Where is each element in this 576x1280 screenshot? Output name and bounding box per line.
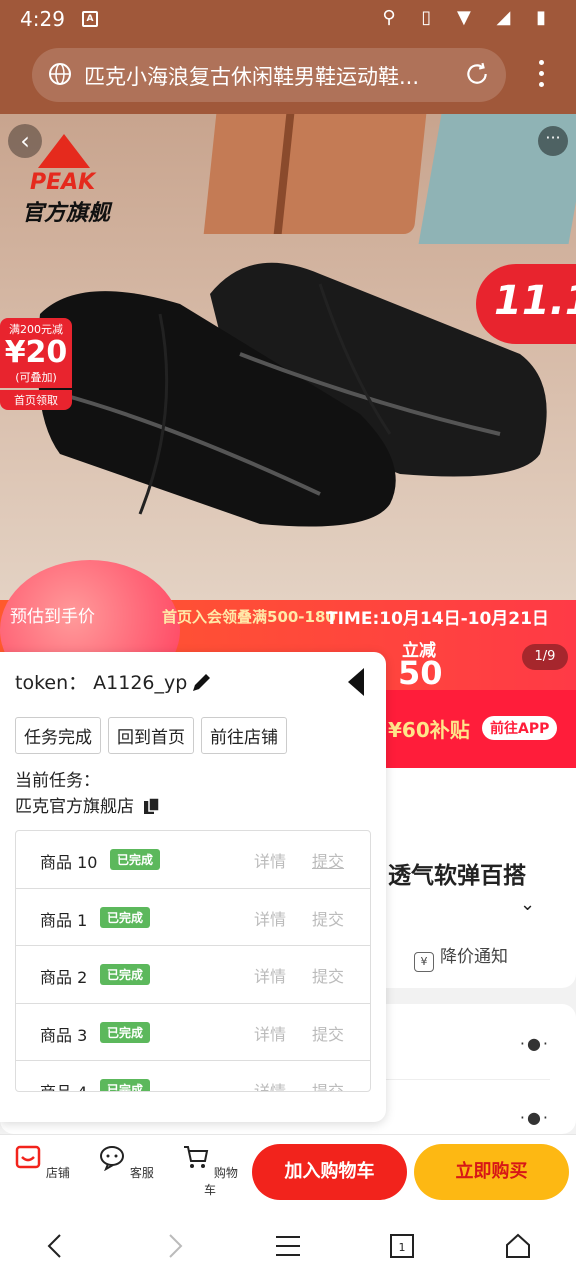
subsidy-banner[interactable]: ¥60补贴 前往APP — [370, 690, 576, 768]
submit-link[interactable]: 提交 — [312, 848, 344, 872]
back-home-button[interactable]: 回到首页 — [108, 717, 194, 754]
cart-icon — [184, 1146, 209, 1168]
submit-link[interactable]: 提交 — [312, 1021, 344, 1045]
tabs-icon[interactable]: 1 — [388, 1232, 416, 1260]
shoes-image — [37, 262, 547, 527]
edit-icon[interactable] — [190, 670, 214, 694]
price-notify-button[interactable]: ¥ 降价通知 — [414, 942, 508, 972]
chat-icon — [100, 1146, 125, 1172]
token-value: A1126_yp — [93, 672, 188, 694]
list-item: 商品 2 已完成 详情 提交 — [16, 946, 370, 1004]
detail-link[interactable]: 详情 — [254, 848, 286, 872]
service-button[interactable]: 客服 — [96, 1143, 156, 1181]
add-to-cart-button[interactable]: 加入购物车 — [252, 1144, 407, 1200]
more-options-icon[interactable]: ··· — [538, 126, 568, 156]
coupon-badge: 满200元减 ¥20 (可叠加) 首页领取 — [0, 318, 72, 410]
status-badge: 已完成 — [110, 849, 161, 870]
buy-now-button[interactable]: 立即购买 — [414, 1144, 569, 1200]
image-counter: 1/9 — [522, 644, 568, 670]
back-icon[interactable]: ‹ — [8, 124, 42, 158]
price-tag-icon: ¥ — [414, 952, 434, 972]
item-name: 商品 3 — [40, 1025, 88, 1045]
reduce-value: 50 — [398, 654, 443, 692]
list-item: 商品 1 已完成 详情 提交 — [16, 889, 370, 946]
svg-text:1: 1 — [399, 1241, 406, 1254]
subsidy-amount: ¥60补贴 — [388, 718, 470, 742]
panel-buttons: 任务完成 回到首页 前往店铺 — [15, 717, 294, 754]
submit-link[interactable]: 提交 — [312, 906, 344, 930]
status-badge: 已完成 — [100, 1079, 151, 1091]
list-item: 商品 10 已完成 详情 提交 — [16, 831, 370, 889]
reload-icon[interactable] — [464, 61, 490, 87]
notification-icon: A — [82, 11, 98, 27]
submit-link[interactable]: 提交 — [312, 963, 344, 987]
back-arrow-icon[interactable] — [42, 1232, 70, 1260]
system-nav-bar: 1 — [0, 1210, 576, 1280]
browser-top-bar: 4:29 A ⚲ ▯ ▼ ◢ ▮ 匹克小海浪复古休闲鞋男鞋运动鞋... — [0, 0, 576, 114]
detail-link[interactable]: 详情 — [254, 906, 286, 930]
item-name: 商品 4 — [40, 1079, 87, 1091]
detail-link[interactable]: 详情 — [254, 963, 286, 987]
cart-button[interactable]: 购物车 — [180, 1143, 240, 1198]
url-text[interactable]: 匹克小海浪复古休闲鞋男鞋运动鞋... — [84, 61, 454, 91]
status-badge: 已完成 — [100, 906, 151, 928]
cart-label: 购物车 — [203, 1166, 238, 1197]
more-dots-icon[interactable]: ·●· — [520, 1108, 550, 1127]
status-badge: 已完成 — [100, 1021, 151, 1043]
task-complete-button[interactable]: 任务完成 — [15, 717, 101, 754]
brand-logo-text: PEAK — [30, 170, 96, 195]
purchase-action-bar: 店铺 客服 购物车 加入购物车 立即购买 — [0, 1134, 576, 1210]
shop-label: 店铺 — [45, 1166, 70, 1180]
chevron-down-icon[interactable]: ⌄ — [520, 894, 535, 915]
submit-link[interactable]: 提交 — [312, 1078, 344, 1091]
list-item: 商品 3 已完成 详情 提交 — [16, 1004, 370, 1061]
forward-arrow-icon[interactable] — [160, 1232, 188, 1260]
status-bar: 4:29 A ⚲ ▯ ▼ ◢ ▮ — [0, 0, 576, 38]
task-panel: token： A1126_yp 任务完成 回到首页 前往店铺 当前任务： 匹克官方旗舰… — [0, 652, 386, 1122]
status-time: 4:29 — [20, 7, 65, 31]
brand-flag-text: 官方旗舰 — [22, 201, 111, 226]
list-item: 商品 4 已完成 详情 提交 — [16, 1061, 370, 1091]
token-row: token： A1126_yp — [15, 668, 187, 695]
first-page-promo: 首页入会领叠满500-180 — [162, 608, 336, 626]
copy-icon[interactable] — [143, 797, 161, 815]
home-icon[interactable] — [504, 1232, 532, 1260]
product-title: 透气软弹百搭 — [388, 863, 526, 889]
double11-badge: 11.11 — [476, 264, 576, 344]
globe-icon — [49, 63, 71, 85]
service-label: 客服 — [129, 1166, 154, 1180]
item-name: 商品 2 — [40, 968, 88, 987]
shop-button[interactable]: 店铺 — [12, 1143, 72, 1181]
open-app-button[interactable]: 前往APP — [482, 716, 558, 740]
go-store-button[interactable]: 前往店铺 — [201, 717, 287, 754]
collapse-panel-icon[interactable] — [348, 668, 364, 696]
promo-time: TIME:10月14日-10月21日 — [326, 609, 549, 629]
current-task-value: 匹克官方旗舰店 — [15, 797, 134, 817]
more-dots-icon[interactable]: ·●· — [520, 1034, 550, 1053]
detail-link[interactable]: 详情 — [254, 1078, 286, 1091]
browser-menu-icon[interactable] — [536, 60, 546, 90]
item-name: 商品 1 — [40, 910, 88, 930]
task-item-list[interactable]: 商品 10 已完成 详情 提交 商品 1 已完成 详情 提交 商品 2 已完成 … — [15, 830, 371, 1092]
status-badge: 已完成 — [100, 964, 151, 985]
current-task: 匹克官方旗舰店 — [15, 792, 161, 817]
item-name: 商品 10 — [40, 853, 98, 872]
current-task-label: 当前任务： — [15, 771, 100, 791]
status-icons: ⚲ ▯ ▼ ◢ ▮ — [382, 7, 556, 28]
address-bar[interactable]: 匹克小海浪复古休闲鞋男鞋运动鞋... — [32, 48, 506, 102]
shop-icon — [15, 1145, 41, 1169]
detail-link[interactable]: 详情 — [254, 1021, 286, 1045]
menu-icon[interactable] — [274, 1232, 302, 1260]
token-label: token： — [15, 672, 88, 694]
estimated-price-label: 预估到手价 — [10, 607, 95, 627]
